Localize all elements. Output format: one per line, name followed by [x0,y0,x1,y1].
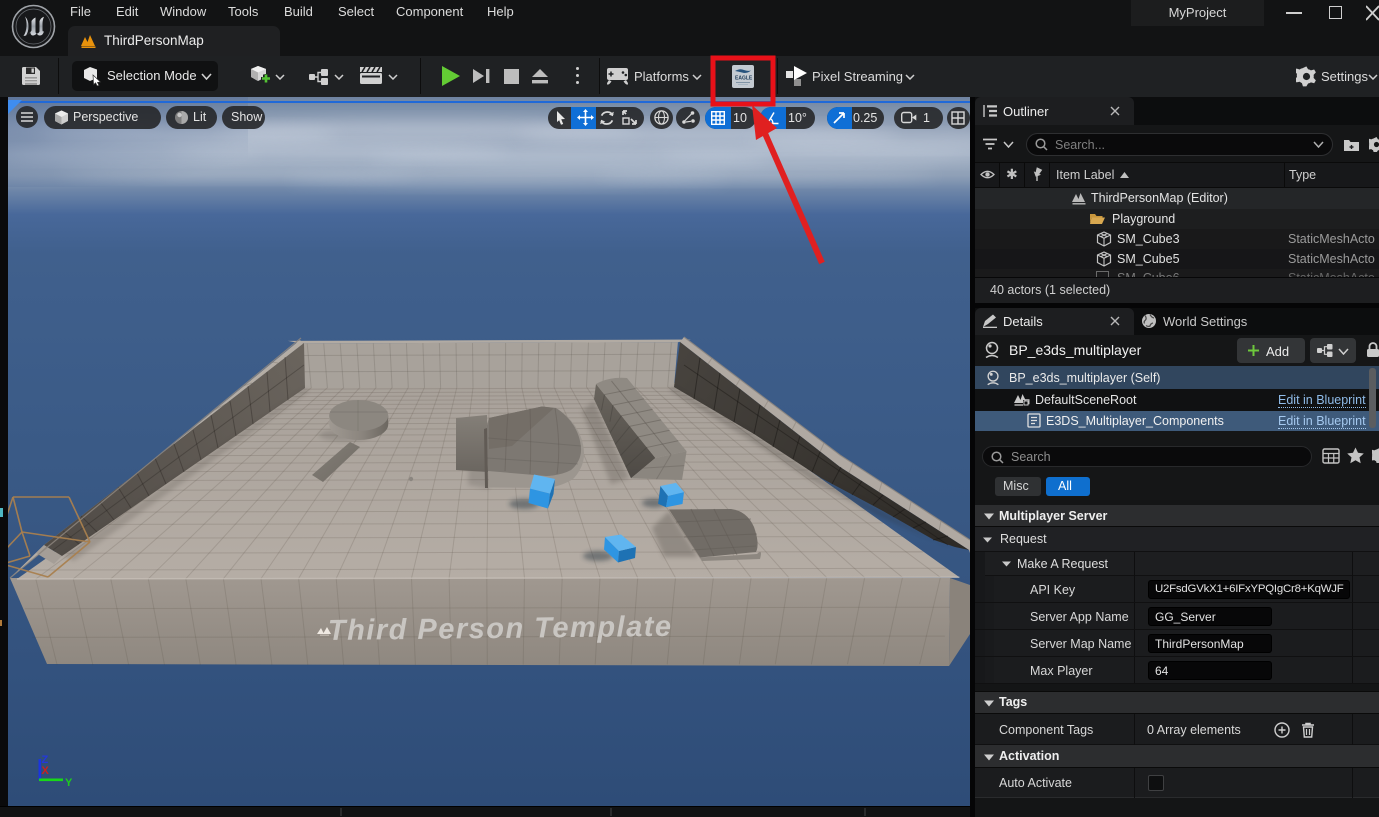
svg-text:EAGLE: EAGLE [735,76,753,82]
svg-text:X: X [42,765,50,777]
svg-text:Y: Y [65,777,73,789]
svg-text:Third Person Template: Third Person Template [328,611,673,647]
